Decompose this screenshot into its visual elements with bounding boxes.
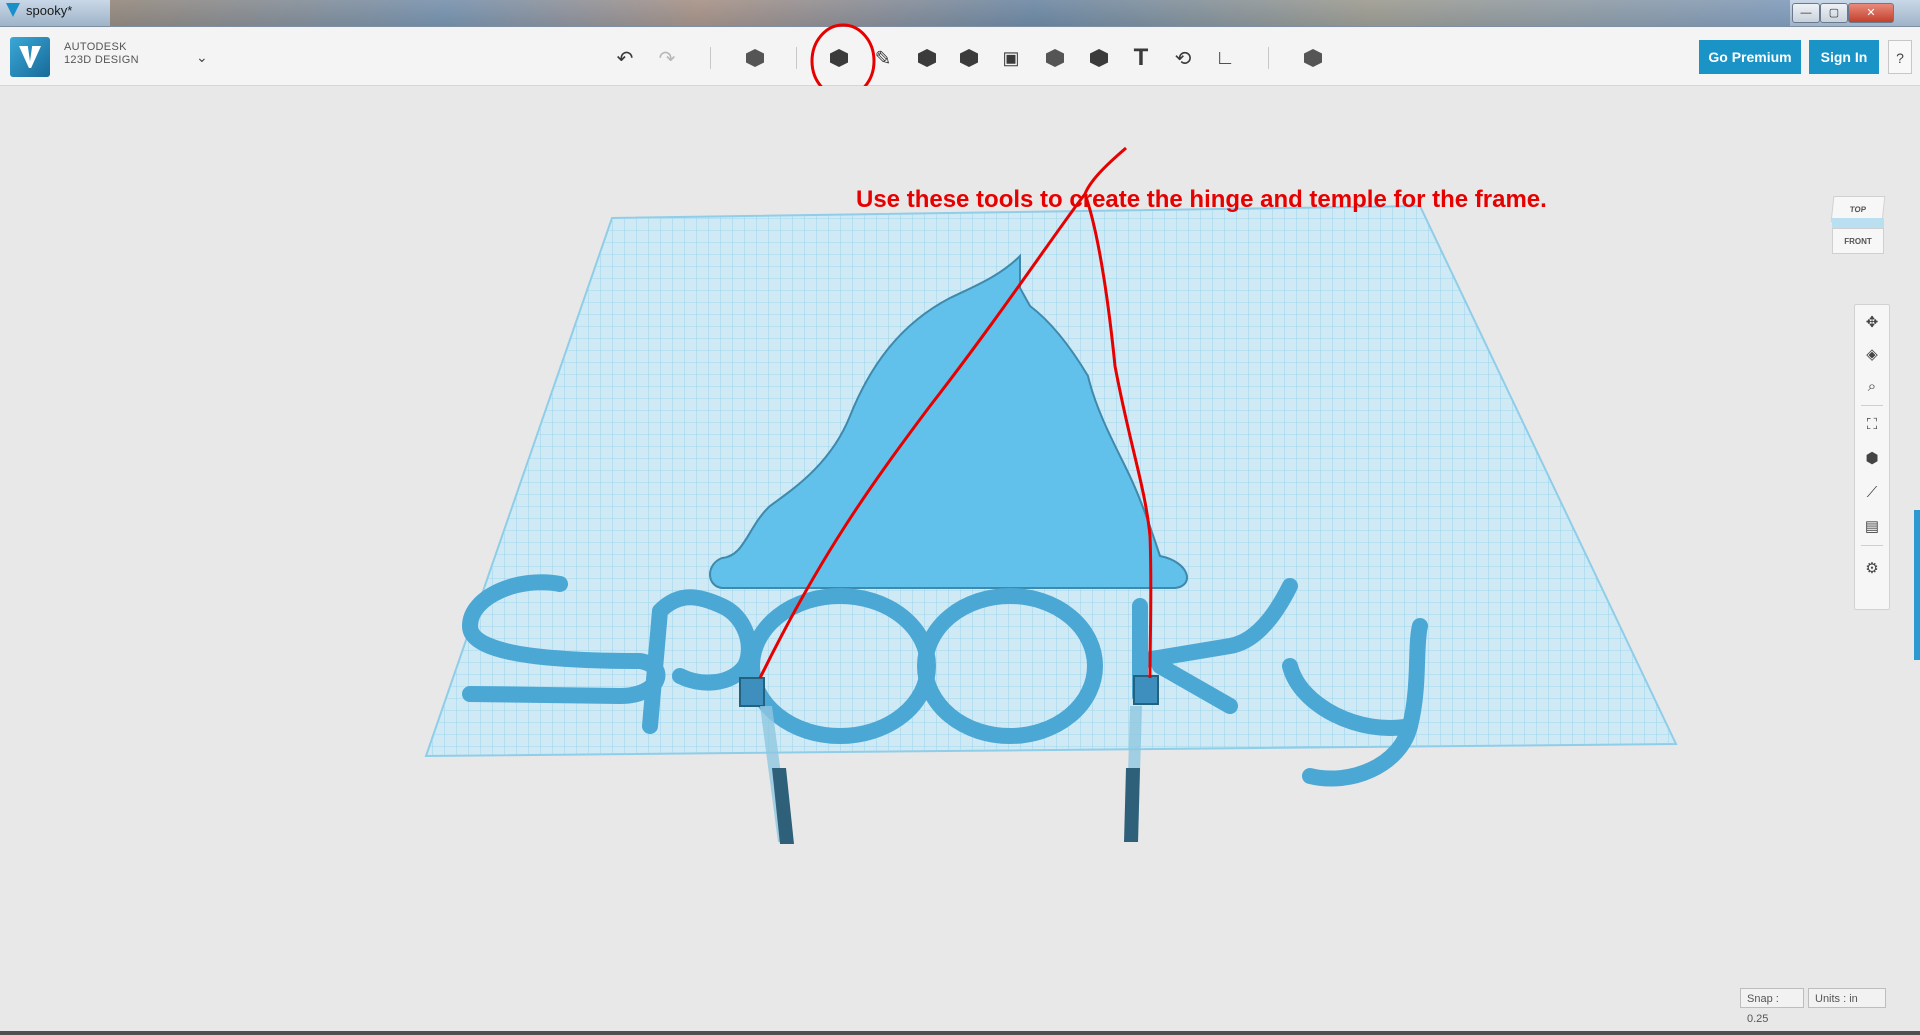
view-mode-icon[interactable]: ⬢ [1859, 445, 1885, 471]
view-cube-front[interactable]: FRONT [1832, 228, 1884, 254]
brand-line-2: 123D DESIGN [64, 54, 139, 66]
material-icon[interactable]: ∟ [1210, 43, 1240, 73]
units-status[interactable]: Units : in [1808, 988, 1886, 1008]
primitives-cube-glyph [746, 49, 764, 67]
go-premium-button[interactable]: Go Premium [1699, 40, 1801, 74]
modify-icon[interactable] [912, 43, 942, 73]
chevron-down-icon[interactable]: ⌄ [196, 49, 208, 66]
navigation-bar: ✥ ◈ ⌕ ⛶ ⬢ ⟋ ▤ ⚙ [1854, 304, 1890, 610]
3d-viewport[interactable]: Use these tools to create the hinge and … [0, 86, 1920, 1035]
pattern-cube-glyph [960, 49, 978, 67]
orbit-icon[interactable]: ◈ [1859, 341, 1885, 367]
snap-status[interactable]: Snap : 0.25 [1740, 988, 1804, 1025]
material-view-icon[interactable]: ▤ [1859, 513, 1885, 539]
left-hinge [739, 677, 765, 707]
combine-icon[interactable] [1040, 43, 1070, 73]
nav-divider [1861, 405, 1883, 406]
side-panel-tab[interactable] [1914, 510, 1920, 660]
settings-icon[interactable]: ⚙ [1859, 555, 1885, 581]
right-hinge [1133, 675, 1159, 705]
fit-icon[interactable]: ⛶ [1859, 411, 1885, 437]
primitives-icon[interactable] [740, 43, 770, 73]
grouping-icon[interactable]: ▣ [996, 43, 1026, 73]
measure-cube-glyph [1090, 49, 1108, 67]
toolbar-divider [710, 47, 711, 69]
modify-cube-glyph [918, 49, 936, 67]
sign-in-button[interactable]: Sign In [1809, 40, 1879, 74]
snap-icon[interactable]: ⟲ [1168, 43, 1198, 73]
desktop-background-strip [110, 0, 1790, 26]
view-cube[interactable]: TOP FRONT [1830, 196, 1886, 260]
measure-icon[interactable] [1084, 43, 1114, 73]
right-temple [1124, 768, 1140, 842]
toolbar-divider [796, 47, 797, 69]
pattern-icon[interactable] [954, 43, 984, 73]
pan-icon[interactable]: ✥ [1859, 309, 1885, 335]
text-icon[interactable]: T [1126, 43, 1156, 73]
app-logo-icon [6, 3, 20, 17]
combine-cube-glyph [1046, 49, 1064, 67]
view-icon[interactable] [1298, 43, 1328, 73]
app-toolbar: AUTODESK 123D DESIGN ⌄ ↶ ↷ ✎ ▣ T ⟲ ∟ [0, 23, 1920, 99]
nav-divider [1861, 545, 1883, 546]
maximize-button[interactable]: ▢ [1820, 3, 1848, 23]
view-cube-glyph [1304, 49, 1322, 67]
close-button[interactable]: ✕ [1848, 3, 1894, 23]
visibility-icon[interactable]: ⟋ [1859, 479, 1885, 505]
brand-line-1: AUTODESK [64, 41, 127, 53]
title-bar: spooky* — ▢ ✕ [0, 0, 1920, 27]
brand-name: AUTODESK 123D DESIGN [64, 41, 139, 67]
scene-canvas[interactable] [0, 86, 1920, 1035]
toolbar-divider [1268, 47, 1269, 69]
help-button[interactable]: ? [1888, 40, 1912, 74]
view-cube-edge [1832, 218, 1884, 228]
redo-icon[interactable]: ↷ [652, 43, 682, 73]
tutorial-annotation: Use these tools to create the hinge and … [856, 186, 1547, 213]
window-title: spooky* [6, 3, 72, 18]
app-logo-icon[interactable] [10, 37, 50, 77]
window-title-text: spooky* [26, 3, 73, 18]
zoom-icon[interactable]: ⌕ [1859, 373, 1885, 399]
bottom-border [0, 1031, 1920, 1035]
undo-icon[interactable]: ↶ [610, 43, 640, 73]
minimize-button[interactable]: — [1792, 3, 1820, 23]
